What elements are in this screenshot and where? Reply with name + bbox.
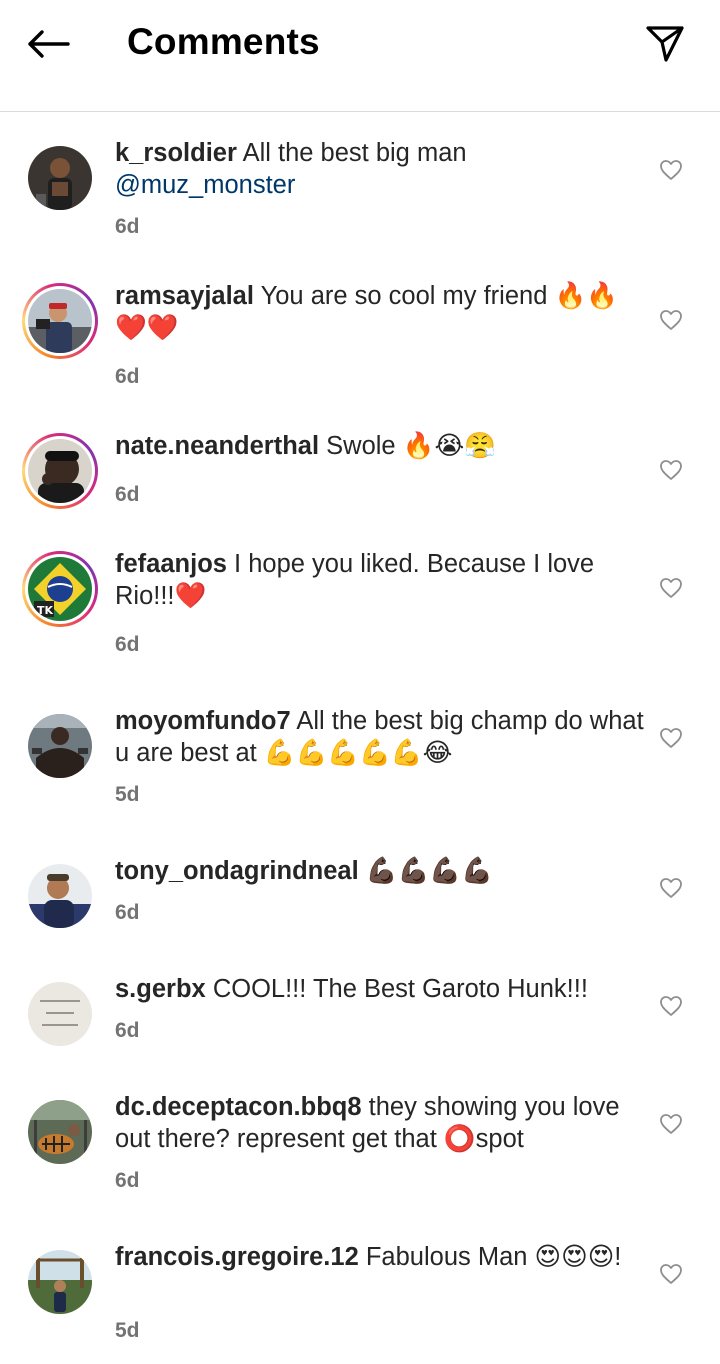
comment-text: Fabulous Man 😍😍😍! <box>365 1243 622 1271</box>
heart-icon <box>660 460 682 480</box>
like-button[interactable] <box>656 305 686 335</box>
avatar[interactable] <box>22 858 98 934</box>
comment-text: COOL!!! The Best Garoto Hunk!!! <box>212 975 588 1003</box>
like-button[interactable] <box>656 1259 686 1289</box>
paper-plane-icon <box>646 26 684 62</box>
back-button[interactable] <box>22 22 74 66</box>
like-button[interactable] <box>656 573 686 603</box>
like-button[interactable] <box>656 723 686 753</box>
avatar[interactable] <box>22 976 98 1052</box>
like-button[interactable] <box>656 455 686 485</box>
heart-icon <box>660 1114 682 1134</box>
comment-text: All the best big man <box>242 139 467 167</box>
avatar[interactable] <box>22 140 98 216</box>
comment-time: 6d <box>115 901 140 924</box>
heart-icon <box>660 996 682 1016</box>
comment-text: 💪🏿💪🏿💪🏿💪🏿 <box>365 857 493 885</box>
comment-username[interactable]: dc.deceptacon.bbq8 <box>115 1093 362 1121</box>
like-button[interactable] <box>656 991 686 1021</box>
avatar[interactable] <box>22 283 98 359</box>
comment-time: 5d <box>115 783 140 806</box>
heart-icon <box>660 1264 682 1284</box>
heart-icon <box>660 160 682 180</box>
comment-time: 6d <box>115 483 140 506</box>
avatar[interactable] <box>22 433 98 509</box>
comment-time: 6d <box>115 215 140 238</box>
share-button[interactable] <box>640 20 690 66</box>
comment-username[interactable]: ramsayjalal <box>115 282 254 310</box>
heart-icon <box>660 578 682 598</box>
comment-time: 5d <box>115 1319 140 1342</box>
page-title: Comments <box>127 21 320 62</box>
comment-username[interactable]: k_rsoldier <box>115 139 237 167</box>
arrow-left-icon <box>28 30 70 58</box>
comment-username[interactable]: moyomfundo7 <box>115 707 291 735</box>
svg-text:TK: TK <box>37 604 54 617</box>
avatar[interactable] <box>22 1094 98 1170</box>
comment-time: 6d <box>115 365 140 388</box>
comment-username[interactable]: tony_ondagrindneal <box>115 857 359 885</box>
comment-mention[interactable]: @muz_monster <box>115 171 295 199</box>
comment-username[interactable]: s.gerbx <box>115 975 206 1003</box>
avatar[interactable] <box>22 708 98 784</box>
heart-icon <box>660 728 682 748</box>
comment-text: Swole 🔥😭😤 <box>326 432 496 460</box>
comment-time: 6d <box>115 633 140 656</box>
heart-icon <box>660 878 682 898</box>
comment-username[interactable]: francois.gregoire.12 <box>115 1243 359 1271</box>
top-bar: Comments <box>0 0 720 112</box>
like-button[interactable] <box>656 1109 686 1139</box>
like-button[interactable] <box>656 155 686 185</box>
avatar[interactable] <box>22 1244 98 1320</box>
comment-time: 6d <box>115 1019 140 1042</box>
comment-time: 6d <box>115 1169 140 1192</box>
avatar[interactable]: TK <box>22 551 98 627</box>
like-button[interactable] <box>656 873 686 903</box>
comment-username[interactable]: fefaanjos <box>115 550 227 578</box>
heart-icon <box>660 310 682 330</box>
comment-username[interactable]: nate.neanderthal <box>115 432 319 460</box>
